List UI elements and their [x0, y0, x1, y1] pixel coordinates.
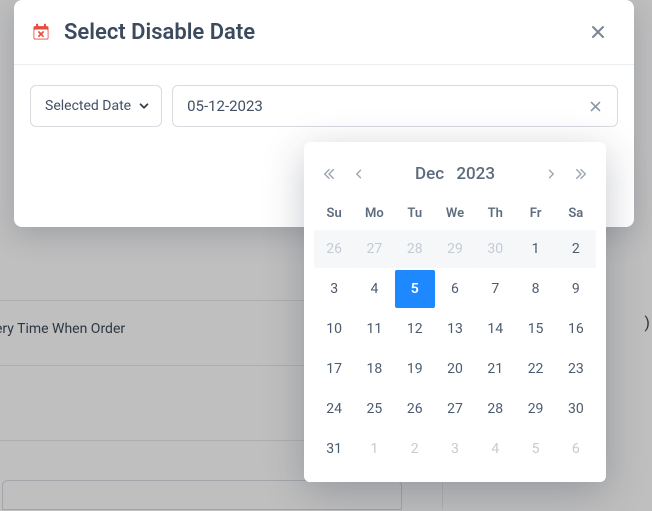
- modal-header: Select Disable Date: [14, 0, 634, 65]
- day-of-week-header: We: [435, 198, 475, 228]
- calendar-day[interactable]: 2: [556, 230, 596, 268]
- mode-select[interactable]: Selected Date: [30, 85, 162, 127]
- month-year-label[interactable]: Dec 2023: [374, 164, 536, 184]
- calendar-nav: Dec 2023: [314, 154, 596, 194]
- day-of-week-header: Fr: [515, 198, 555, 228]
- calendar-day-outside[interactable]: 3: [435, 430, 475, 468]
- calendar-day[interactable]: 17: [314, 350, 354, 388]
- calendar-day-outside[interactable]: 28: [395, 230, 435, 268]
- calendar-day-outside[interactable]: 27: [354, 230, 394, 268]
- calendar-day[interactable]: 13: [435, 310, 475, 348]
- calendar-day[interactable]: 16: [556, 310, 596, 348]
- prev-year-button[interactable]: [314, 159, 344, 189]
- calendar-day[interactable]: 4: [354, 270, 394, 308]
- calendar-day[interactable]: 21: [475, 350, 515, 388]
- calendar-day-outside[interactable]: 29: [435, 230, 475, 268]
- date-input-value: 05-12-2023: [187, 97, 583, 115]
- calendar-day-outside[interactable]: 4: [475, 430, 515, 468]
- day-of-week-header: Tu: [395, 198, 435, 228]
- calendar-day[interactable]: 31: [314, 430, 354, 468]
- calendar-day[interactable]: 6: [435, 270, 475, 308]
- modal-close-button[interactable]: [584, 18, 612, 46]
- calendar-day-outside[interactable]: 26: [314, 230, 354, 268]
- date-input[interactable]: 05-12-2023: [172, 85, 618, 127]
- calendar-day[interactable]: 14: [475, 310, 515, 348]
- clear-date-button[interactable]: [583, 94, 607, 118]
- chevron-down-icon: [137, 99, 151, 113]
- calendar-day[interactable]: 26: [395, 390, 435, 428]
- calendar-day[interactable]: 27: [435, 390, 475, 428]
- calendar-grid: SuMoTuWeThFrSa26272829301234567891011121…: [314, 198, 596, 468]
- calendar-day[interactable]: 24: [314, 390, 354, 428]
- day-of-week-header: Sa: [556, 198, 596, 228]
- calendar-day[interactable]: 8: [515, 270, 555, 308]
- year-label: 2023: [456, 164, 495, 184]
- calendar-day[interactable]: 28: [475, 390, 515, 428]
- day-of-week-header: Mo: [354, 198, 394, 228]
- calendar-day-outside[interactable]: 5: [515, 430, 555, 468]
- calendar-day[interactable]: 15: [515, 310, 555, 348]
- calendar-day-outside[interactable]: 1: [354, 430, 394, 468]
- calendar-day[interactable]: 18: [354, 350, 394, 388]
- calendar-day[interactable]: 1: [515, 230, 555, 268]
- calendar-day[interactable]: 9: [556, 270, 596, 308]
- calendar-day[interactable]: 19: [395, 350, 435, 388]
- calendar-day[interactable]: 7: [475, 270, 515, 308]
- calendar-day[interactable]: 20: [435, 350, 475, 388]
- day-of-week-header: Su: [314, 198, 354, 228]
- prev-month-button[interactable]: [344, 159, 374, 189]
- calendar-day[interactable]: 25: [354, 390, 394, 428]
- calendar-day-outside[interactable]: 2: [395, 430, 435, 468]
- next-year-button[interactable]: [566, 159, 596, 189]
- calendar-day[interactable]: 30: [556, 390, 596, 428]
- calendar-day-selected[interactable]: 5: [395, 270, 435, 308]
- day-of-week-header: Th: [475, 198, 515, 228]
- date-picker-popover: Dec 2023 SuMoTuWeThFrSa26272829301234567…: [304, 142, 606, 482]
- calendar-day[interactable]: 29: [515, 390, 555, 428]
- calendar-x-icon: [30, 21, 52, 43]
- calendar-day[interactable]: 22: [515, 350, 555, 388]
- calendar-day[interactable]: 10: [314, 310, 354, 348]
- next-month-button[interactable]: [536, 159, 566, 189]
- calendar-day[interactable]: 3: [314, 270, 354, 308]
- calendar-day-outside[interactable]: 6: [556, 430, 596, 468]
- calendar-day-outside[interactable]: 30: [475, 230, 515, 268]
- month-label: Dec: [415, 164, 444, 184]
- modal-title: Select Disable Date: [64, 20, 584, 45]
- calendar-day[interactable]: 23: [556, 350, 596, 388]
- mode-select-label: Selected Date: [45, 98, 131, 114]
- calendar-day[interactable]: 12: [395, 310, 435, 348]
- calendar-day[interactable]: 11: [354, 310, 394, 348]
